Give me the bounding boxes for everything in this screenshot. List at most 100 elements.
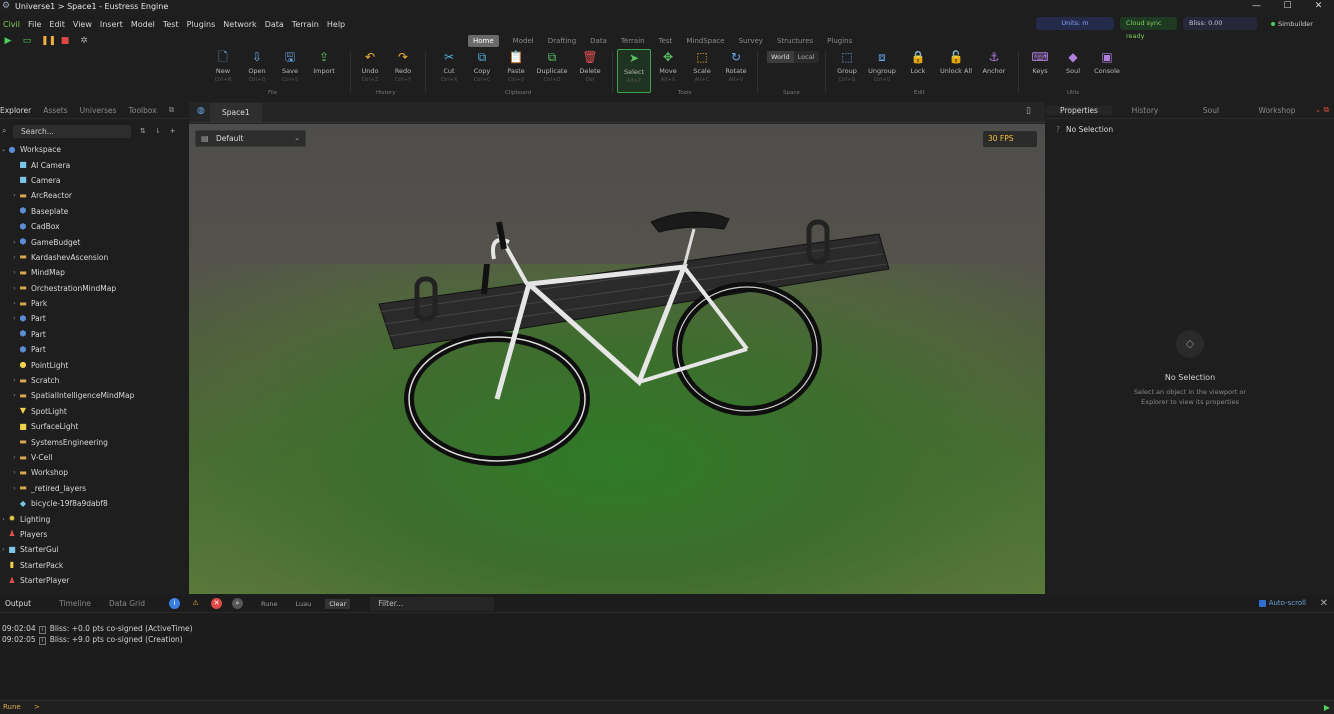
tree-item[interactable]: ■ Camera <box>0 173 189 188</box>
tree-item[interactable]: ■ SurfaceLight <box>0 419 189 434</box>
expand-arrow-icon[interactable]: › <box>11 392 18 399</box>
console-button[interactable]: ▣ Console <box>1090 49 1124 77</box>
tree-item[interactable]: › ▬ Workshop <box>0 465 189 480</box>
tree-item[interactable]: ● PointLight <box>0 357 189 372</box>
undo-button[interactable]: ↶ Undo Ctrl+Z <box>353 49 387 83</box>
tree-item[interactable]: ▼ SpotLight <box>0 404 189 419</box>
cut-button[interactable]: ✂ Cut Ctrl+X <box>432 49 466 83</box>
space-world-button[interactable]: World <box>767 51 794 63</box>
tree-item[interactable]: ▮ StarterPack <box>0 558 189 573</box>
user-indicator[interactable]: Simbuilder <box>1271 20 1313 28</box>
filter-icon[interactable]: ⇂ <box>155 127 161 135</box>
units-badge[interactable]: Units: m <box>1036 17 1114 30</box>
ungroup-button[interactable]: ⧈ Ungroup Ctrl+U <box>865 49 899 83</box>
tab-toolbox[interactable]: Toolbox <box>129 106 157 115</box>
expand-arrow-icon[interactable]: › <box>11 254 18 261</box>
debug-filter-icon[interactable]: ⌕ <box>232 598 243 609</box>
select-button[interactable]: ➤ Select Alt+Z <box>617 49 651 93</box>
tab-test[interactable]: Test <box>659 35 673 47</box>
minimize-button[interactable]: — <box>1241 0 1272 12</box>
tab-survey[interactable]: Survey <box>739 35 763 47</box>
duplicate-button[interactable]: ⧉ Duplicate Ctrl+D <box>535 49 569 83</box>
tree-item[interactable]: › ■ StarterGui <box>0 542 189 557</box>
tab-output[interactable]: Output <box>5 599 31 608</box>
expand-arrow-icon[interactable]: › <box>11 192 18 199</box>
popout-icon[interactable]: ⧉ <box>169 105 174 115</box>
tree-item[interactable]: › ▬ V-Cell <box>0 450 189 465</box>
viewport-3d-scene[interactable]: ▤ Default ⌄ 30 FPS <box>189 124 1045 594</box>
import-button[interactable]: ⇪ Import <box>307 49 341 77</box>
tree-item[interactable]: ▬ SystemsEngineering <box>0 434 189 449</box>
rotate-button[interactable]: ↻ Rotate Alt+V <box>719 49 753 83</box>
tab-home[interactable]: Home <box>468 35 499 47</box>
tab-workshop[interactable]: Workshop <box>1244 106 1310 115</box>
expand-arrow-icon[interactable]: › <box>11 377 18 384</box>
menu-model[interactable]: Model <box>131 20 155 29</box>
space-local-button[interactable]: Local <box>794 51 819 63</box>
tab-history[interactable]: History <box>1112 106 1178 115</box>
sort-icon[interactable]: ⇅ <box>140 127 146 135</box>
tree-item[interactable]: › ▬ KardashevAscension <box>0 250 189 265</box>
tab-drafting[interactable]: Drafting <box>548 35 576 47</box>
move-button[interactable]: ✥ Move Alt+X <box>651 49 685 83</box>
menu-view[interactable]: View <box>73 20 92 29</box>
tree-item[interactable]: ◆ bicycle-19f8a9dabf8 <box>0 496 189 511</box>
tab-data[interactable]: Data <box>590 35 607 47</box>
layout-dropdown[interactable]: ▤ Default ⌄ <box>195 130 306 147</box>
tree-item[interactable]: ⬢ CadBox <box>0 219 189 234</box>
add-icon[interactable]: + <box>170 127 176 135</box>
pause-icon[interactable]: ❚❚ <box>41 36 56 46</box>
tree-item[interactable]: ♟ Players <box>0 527 189 542</box>
command-prompt[interactable]: > <box>34 703 40 711</box>
anchor-button[interactable]: ⚓ Anchor <box>977 49 1011 77</box>
filter-input[interactable]: Filter... <box>370 596 495 611</box>
play-icon[interactable]: ▶ <box>3 36 13 46</box>
expand-arrow-icon[interactable]: › <box>11 469 18 476</box>
tree-item[interactable]: ⌄ ● Workspace <box>0 142 189 157</box>
tree-item[interactable]: › ▬ SpatialIntelligenceMindMap <box>0 388 189 403</box>
bliss-badge[interactable]: Bliss: 0.00 <box>1183 17 1257 30</box>
expand-arrow-icon[interactable]: › <box>11 269 18 276</box>
open-button[interactable]: ⇩ Open Ctrl+O <box>240 49 274 83</box>
stop-icon[interactable]: ■ <box>60 36 70 46</box>
tab-assets[interactable]: Assets <box>43 106 67 115</box>
tab-space1[interactable]: Space1 <box>210 102 262 122</box>
cloud-sync-badge[interactable]: Cloud sync ready <box>1120 17 1177 40</box>
tab-terrain[interactable]: Terrain <box>621 35 645 47</box>
maximize-button[interactable]: ☐ <box>1272 0 1303 12</box>
search-input[interactable]: Search... <box>13 124 131 138</box>
tab-structures[interactable]: Structures <box>777 35 813 47</box>
error-filter-icon[interactable]: ✕ <box>211 598 222 609</box>
tree-item[interactable]: ⬢ Part <box>0 327 189 342</box>
redo-button[interactable]: ↷ Redo Ctrl+Y <box>386 49 420 83</box>
menu-insert[interactable]: Insert <box>100 20 123 29</box>
tree-item[interactable]: ■ AI Camera <box>0 157 189 172</box>
menu-help[interactable]: Help <box>327 20 345 29</box>
tab-model[interactable]: Model <box>513 35 534 47</box>
tree-item[interactable]: ⬢ Part <box>0 342 189 357</box>
clear-button[interactable]: Clear <box>325 598 351 609</box>
lock-button[interactable]: 🔒 Lock <box>901 49 935 77</box>
expand-arrow-icon[interactable]: › <box>11 454 18 461</box>
close-icon[interactable]: ✕ <box>1320 598 1328 609</box>
save-button[interactable]: 🖫 Save Ctrl+S <box>273 49 307 83</box>
expand-arrow-icon[interactable]: ⌄ <box>0 146 7 153</box>
menu-plugins[interactable]: Plugins <box>187 20 216 29</box>
close-button[interactable]: ✕ <box>1303 0 1334 12</box>
tree-item[interactable]: ♟ StarterPlayer <box>0 573 189 588</box>
menu-edit[interactable]: Edit <box>49 20 65 29</box>
notification-dot-icon[interactable]: ⌄ ⧉ <box>1310 105 1334 115</box>
expand-arrow-icon[interactable]: › <box>11 485 18 492</box>
tab-explorer[interactable]: Explorer <box>0 106 31 115</box>
paste-button[interactable]: 📋 Paste Ctrl+V <box>499 49 533 83</box>
menu-terrain[interactable]: Terrain <box>292 20 319 29</box>
tree-item[interactable]: › ▬ Scratch <box>0 373 189 388</box>
menu-civil[interactable]: Civil <box>3 20 20 29</box>
tree-item[interactable]: › ▬ Park <box>0 296 189 311</box>
command-mode-label[interactable]: Rune <box>3 703 21 711</box>
tab-plugins[interactable]: Plugins <box>827 35 852 47</box>
tree-item[interactable]: › ▬ _retired_layers <box>0 481 189 496</box>
tab-universes[interactable]: Universes <box>80 106 117 115</box>
menu-data[interactable]: Data <box>265 20 284 29</box>
expand-arrow-icon[interactable]: › <box>11 239 18 246</box>
